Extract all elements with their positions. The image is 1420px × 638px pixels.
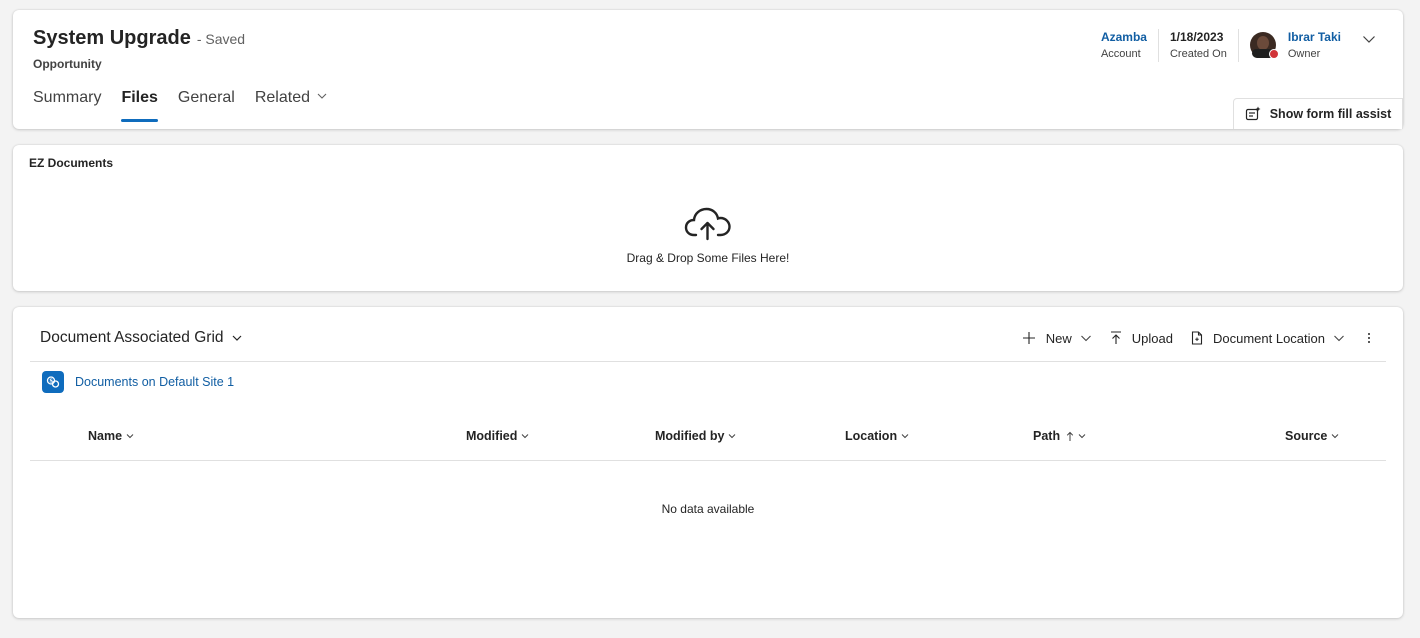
created-on-field: 1/18/2023 Created On: [1157, 29, 1238, 62]
tab-files[interactable]: Files: [121, 89, 159, 122]
column-header-location[interactable]: Location: [845, 429, 909, 443]
header-fields: Azamba Account 1/18/2023 Created On Ibra…: [1090, 29, 1388, 62]
ez-documents-section: EZ Documents Drag & Drop Some Files Here…: [13, 145, 1403, 291]
upload-button[interactable]: Upload: [1110, 326, 1173, 350]
chevron-down-icon: [1363, 36, 1375, 43]
title-row: System Upgrade - Saved: [33, 27, 245, 50]
chevron-down-icon: [522, 434, 529, 439]
more-vertical-icon: [1368, 333, 1370, 343]
expand-header-button[interactable]: [1361, 31, 1377, 52]
column-label: Name: [88, 429, 123, 443]
chevron-down-icon: [126, 434, 134, 439]
column-label: Modified: [466, 429, 518, 443]
grid-title: Document Associated Grid: [40, 329, 224, 346]
empty-grid-message: No data available: [661, 502, 755, 516]
column-header-source[interactable]: Source: [1285, 429, 1339, 443]
add-icon: [1022, 332, 1035, 344]
column-label: Location: [845, 429, 898, 443]
chevron-down-icon: [1080, 335, 1091, 342]
column-header-name[interactable]: Name: [88, 429, 134, 443]
drop-zone-text: Drag & Drop Some Files Here!: [626, 251, 790, 265]
record-header: System Upgrade - Saved Opportunity Summa…: [13, 10, 1403, 129]
owner-label: Owner: [1287, 48, 1321, 60]
new-button[interactable]: New: [1022, 326, 1092, 350]
chevron-down-icon: [1332, 434, 1339, 439]
account-field: Azamba Account: [1090, 29, 1158, 62]
account-label: Account: [1100, 48, 1141, 60]
site-link-label: Documents on Default Site 1: [75, 375, 235, 389]
column-label: Modified by: [655, 429, 725, 443]
chevron-down-icon: [316, 89, 328, 107]
sharepoint-icon: S: [42, 371, 64, 393]
chevron-down-icon: [729, 434, 736, 439]
section-title: EZ Documents: [29, 156, 114, 170]
tab-general[interactable]: General: [178, 89, 235, 121]
record-title: System Upgrade: [33, 27, 191, 49]
tab-related-label: Related: [254, 89, 310, 106]
tab-files-label: Files: [121, 89, 158, 106]
upload-label: Upload: [1131, 330, 1173, 346]
svg-text:S: S: [49, 378, 53, 384]
tab-summary-label: Summary: [33, 89, 102, 106]
tab-general-label: General: [177, 89, 235, 106]
tab-summary[interactable]: Summary: [33, 89, 101, 121]
column-label: Source: [1285, 429, 1328, 443]
column-header-modified-by[interactable]: Modified by: [655, 429, 736, 443]
avatar[interactable]: [1249, 32, 1279, 59]
document-icon: [1191, 331, 1203, 345]
presence-busy-icon: [1268, 49, 1279, 59]
upload-icon: [1110, 331, 1121, 344]
grid-view-selector[interactable]: Document Associated Grid: [40, 329, 243, 347]
owner-field: Ibrar Taki Owner: [1237, 29, 1388, 62]
document-location-label: Document Location: [1212, 330, 1325, 346]
file-drop-zone[interactable]: Drag & Drop Some Files Here!: [13, 205, 1403, 285]
document-location-link[interactable]: S Documents on Default Site 1: [42, 371, 234, 393]
sort-ascending-icon: [1066, 431, 1074, 441]
document-associated-grid: Document Associated Grid New Upload Docu…: [13, 307, 1403, 618]
owner-link[interactable]: Ibrar Taki: [1288, 29, 1341, 45]
column-label: Path: [1033, 429, 1061, 443]
show-form-fill-assist-button[interactable]: Show form fill assist: [1233, 98, 1403, 129]
chevron-down-icon: [1334, 335, 1344, 342]
chevron-down-icon: [1078, 434, 1086, 439]
new-label: New: [1045, 330, 1072, 346]
more-commands-button[interactable]: [1367, 326, 1381, 350]
document-location-button[interactable]: Document Location: [1191, 326, 1345, 350]
column-header-modified[interactable]: Modified: [466, 429, 529, 443]
chevron-down-icon: [901, 434, 909, 439]
divider: [30, 361, 1386, 362]
form-assist-icon: [1245, 106, 1261, 121]
created-on-value: 1/18/2023: [1169, 30, 1224, 44]
grid-command-bar: New Upload Document Location: [1004, 326, 1381, 350]
account-link[interactable]: Azamba: [1101, 29, 1147, 45]
entity-name: Opportunity: [33, 57, 102, 71]
chevron-down-icon: [232, 335, 241, 341]
divider: [30, 460, 1386, 461]
form-fill-assist-label: Show form fill assist: [1269, 107, 1392, 121]
form-tabs: Summary Files General Related: [33, 89, 348, 122]
tab-related[interactable]: Related: [255, 89, 328, 121]
cloud-upload-icon: [684, 207, 731, 241]
column-header-path[interactable]: Path: [1033, 429, 1086, 443]
save-status: - Saved: [196, 31, 246, 47]
created-on-label: Created On: [1169, 48, 1227, 60]
